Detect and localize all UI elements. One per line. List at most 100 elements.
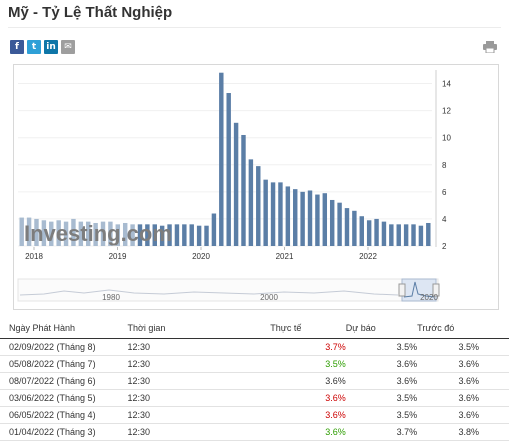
linkedin-icon[interactable]: in [44, 40, 58, 54]
data-bar [315, 194, 320, 246]
data-bar [233, 122, 239, 246]
header-actual: Thực tế [270, 318, 346, 339]
y-tick-label: 12 [442, 107, 451, 116]
data-bar [426, 222, 431, 246]
data-bar [278, 182, 283, 246]
data-bar [285, 186, 291, 246]
x-tick-label: 2019 [109, 252, 127, 261]
row-previous: 3.6% [417, 406, 509, 424]
investing-watermark: Investing.com [24, 221, 172, 246]
row-previous: 3.6% [417, 389, 509, 407]
row-actual: 3.6% [270, 372, 346, 390]
row-previous: 3.6% [417, 355, 509, 373]
data-bar [211, 213, 217, 246]
row-time: 12:30 [127, 423, 271, 441]
divider [8, 27, 501, 28]
row-date: 05/08/2022 (Tháng 7) [0, 355, 128, 373]
y-tick-label: 14 [442, 80, 451, 89]
x-tick-label: 2022 [359, 252, 377, 261]
data-bar [270, 182, 276, 246]
row-date: 08/07/2022 (Tháng 6) [0, 372, 128, 390]
data-bar [403, 224, 409, 246]
table-row: 08/07/2022 (Tháng 6) 12:30 3.6% 3.6% 3.6… [0, 372, 509, 390]
data-bar [322, 193, 328, 246]
y-tick-label: 4 [442, 215, 447, 224]
data-bar [337, 202, 342, 246]
email-icon[interactable]: ✉ [61, 40, 75, 54]
data-bar [189, 224, 194, 246]
row-time: 12:30 [127, 372, 271, 390]
row-forecast: 3.5% [345, 338, 418, 356]
data-bar [411, 224, 416, 246]
row-time: 12:30 [127, 338, 271, 356]
y-tick-label: 6 [442, 188, 447, 197]
data-bar [226, 93, 231, 246]
y-tick-label: 10 [442, 134, 451, 143]
data-bar [300, 191, 305, 246]
table-row: 06/05/2022 (Tháng 4) 12:30 3.6% 3.5% 3.6… [0, 406, 509, 424]
row-date: 03/06/2022 (Tháng 5) [0, 389, 128, 407]
x-tick-label: 2018 [25, 252, 43, 261]
print-icon[interactable] [483, 41, 497, 53]
navigator-label: 1980 [102, 293, 120, 302]
twitter-icon[interactable]: t [27, 40, 41, 54]
header-date: Ngày Phát Hành [0, 318, 128, 339]
table-row: 01/04/2022 (Tháng 3) 12:30 3.6% 3.7% 3.8… [0, 423, 509, 441]
row-actual: 3.6% [270, 423, 346, 441]
data-bar [374, 218, 379, 246]
data-bar [174, 224, 180, 246]
row-previous: 3.5% [417, 338, 509, 356]
row-actual: 3.7% [270, 338, 346, 356]
row-actual: 3.5% [270, 355, 346, 373]
row-actual: 3.6% [270, 389, 346, 407]
data-bar [381, 221, 387, 246]
row-forecast: 3.6% [345, 355, 418, 373]
row-date: 01/04/2022 (Tháng 3) [0, 423, 128, 441]
history-table: Ngày Phát Hành Thời gian Thực tế Dự báo … [0, 318, 509, 441]
row-time: 12:30 [127, 355, 271, 373]
data-bar [418, 225, 424, 246]
row-forecast: 3.5% [345, 406, 418, 424]
navigator-label: 2020 [420, 293, 438, 302]
row-forecast: 3.5% [345, 389, 418, 407]
x-tick-label: 2021 [276, 252, 294, 261]
data-bar [182, 224, 187, 246]
navigator-left-handle[interactable] [398, 283, 406, 297]
data-bar [248, 159, 254, 246]
data-bar [366, 220, 372, 246]
header-previous: Trước đó [417, 318, 509, 339]
navigator-track[interactable] [17, 278, 439, 302]
header-forecast: Dự báo [345, 318, 418, 339]
navigator-label: 2000 [260, 293, 278, 302]
data-bar [352, 210, 357, 246]
data-bar [389, 224, 394, 246]
table-row: 02/09/2022 (Tháng 8) 12:30 3.7% 3.5% 3.5… [0, 338, 509, 356]
row-previous: 3.8% [417, 423, 509, 441]
data-bar [241, 134, 246, 246]
data-bar [219, 72, 224, 246]
y-tick-label: 8 [442, 161, 447, 170]
facebook-icon[interactable]: f [10, 40, 24, 54]
row-time: 12:30 [127, 406, 271, 424]
unemployment-chart: Investing.com 14 12 10 8 6 4 2 2018 2019 2020 202… [17, 70, 451, 302]
row-time: 12:30 [127, 389, 271, 407]
data-bar [293, 189, 298, 246]
data-bar [196, 225, 202, 246]
y-tick-label: 2 [442, 242, 447, 251]
data-bar [396, 224, 401, 246]
table-row: 05/08/2022 (Tháng 7) 12:30 3.5% 3.6% 3.6… [0, 355, 509, 373]
row-previous: 3.6% [417, 372, 509, 390]
page-title: Mỹ - Tỷ Lệ Thất Nghiệp [8, 4, 173, 21]
data-bar [359, 216, 364, 246]
table-row: 03/06/2022 (Tháng 5) 12:30 3.6% 3.5% 3.6… [0, 389, 509, 407]
x-tick-label: 2020 [192, 252, 210, 261]
data-bar [263, 179, 268, 246]
data-bar [344, 208, 350, 246]
header-time: Thời gian [127, 318, 271, 339]
row-actual: 3.6% [270, 406, 346, 424]
data-bar [329, 199, 335, 246]
row-date: 02/09/2022 (Tháng 8) [0, 338, 128, 356]
data-bar [204, 225, 209, 246]
range-navigator[interactable]: 1980 2000 2020 [17, 278, 440, 302]
share-bar: f t in ✉ [10, 40, 75, 54]
